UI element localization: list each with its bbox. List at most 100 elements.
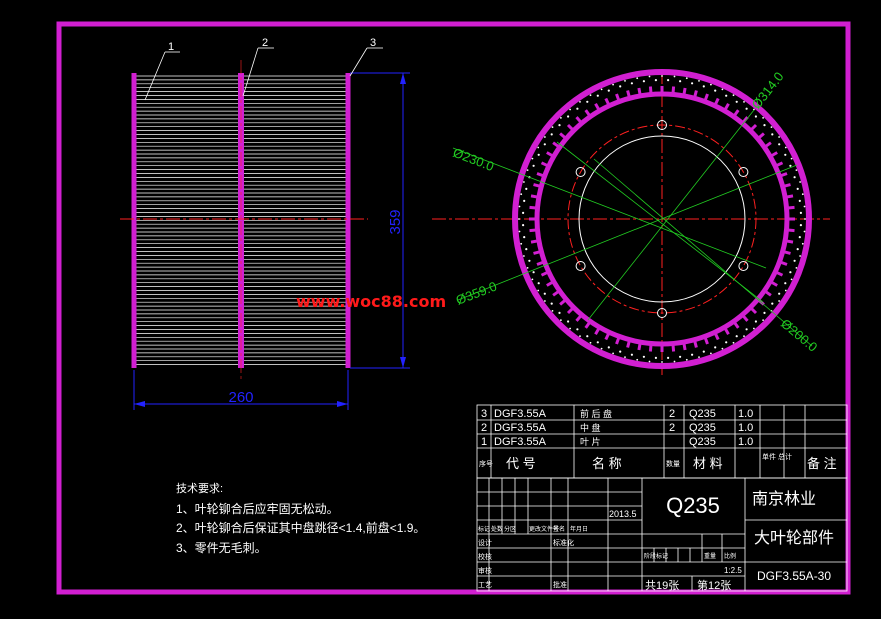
parts-row-3-material: Q235 <box>689 436 716 448</box>
ring-dot <box>531 157 534 160</box>
ring-dot <box>661 75 663 77</box>
ring-dot <box>793 259 796 262</box>
ring-dot <box>579 335 581 337</box>
ring-dot <box>523 236 526 239</box>
parts-row-2-material: Q235 <box>689 422 716 434</box>
label-zone: 分区 <box>504 525 516 533</box>
ring-dot <box>648 75 651 78</box>
ring-dot <box>576 107 579 110</box>
width-dim-text: 260 <box>228 389 253 406</box>
ring-dot <box>725 94 728 97</box>
ring-dot <box>796 248 799 251</box>
ring-tooth <box>749 306 758 315</box>
ring-dot <box>762 117 764 119</box>
title-company: 南京林业 <box>752 490 816 508</box>
front-view: Ø314.0 Ø230.0 Ø359.0 Ø200.0 <box>432 69 830 375</box>
ring-tooth <box>575 313 583 322</box>
title-date: 2013.5 <box>609 509 637 519</box>
ring-dot <box>586 335 589 338</box>
ring-dot <box>803 205 806 208</box>
ring-tooth <box>769 151 778 158</box>
diameter-314: Ø314.0 <box>749 69 787 112</box>
ring-dot <box>518 218 520 220</box>
ring-dot <box>710 83 712 86</box>
ring-dot <box>762 319 764 321</box>
title-material: Q235 <box>666 493 720 518</box>
ring-tooth <box>782 249 791 255</box>
ring-dot <box>550 302 553 305</box>
ring-dot <box>619 85 622 88</box>
ring-dot <box>518 205 521 208</box>
ring-dot <box>558 124 561 127</box>
ring-tooth <box>671 343 676 352</box>
label-mark: 标记 <box>478 525 490 533</box>
ring-dot <box>537 146 540 149</box>
ring-dot <box>579 101 581 103</box>
ring-dot <box>753 327 755 330</box>
ring-dot <box>796 187 799 190</box>
ring-dot <box>754 115 758 118</box>
ring-tooth <box>786 205 795 210</box>
ring-dot <box>732 94 735 97</box>
ring-dot <box>589 341 592 344</box>
ring-dot <box>537 153 540 156</box>
ring-dot <box>518 230 521 233</box>
ring-dot <box>523 199 526 202</box>
ring-tooth <box>566 306 575 315</box>
ring-tooth <box>637 341 642 351</box>
ring-dot <box>607 89 610 92</box>
parts-row-2-weight: 1.0 <box>738 422 753 434</box>
ring-dot <box>522 211 525 214</box>
label-design: 设计 <box>478 538 492 547</box>
ring-tooth <box>584 320 592 329</box>
ring-tooth <box>723 103 730 112</box>
ring-tooth <box>769 280 778 287</box>
ring-dot <box>679 80 682 83</box>
parts-row-2-code: DGF3.55A <box>494 422 547 434</box>
ring-dot <box>544 300 546 302</box>
ring-dot <box>544 136 546 138</box>
tech-requirements: 技术要求: 1、叶轮铆合后应牢固无松动。 2、叶轮铆合后保证其中盘跳径<1.4,… <box>176 482 425 555</box>
ring-dot <box>558 311 561 314</box>
ring-dot <box>784 153 787 156</box>
ring-dot <box>801 242 804 245</box>
label-date: 年月日 <box>570 525 588 533</box>
label-stage: 阶段标记 <box>644 552 668 560</box>
parts-header-weight: 单件 总计 <box>762 452 792 461</box>
title-row-labels: 标记 处数 分区 更改文件号 签名 年月日 <box>478 525 588 533</box>
ring-dot <box>799 224 803 227</box>
bolt-hole <box>738 261 749 271</box>
ring-tooth <box>692 339 698 348</box>
ring-dot <box>537 289 540 292</box>
ring-dot <box>560 319 562 321</box>
callout-1: 1 <box>144 41 180 101</box>
ring-tooth <box>671 86 676 95</box>
ring-dot <box>725 341 728 344</box>
ring-dot <box>596 341 599 344</box>
ring-dot <box>691 82 694 85</box>
ring-dot <box>569 108 571 111</box>
ring-dot <box>654 356 658 359</box>
ring-dot <box>528 259 531 262</box>
ring-dot <box>743 101 745 103</box>
ring-dot <box>804 218 806 220</box>
ring-dot <box>537 282 540 285</box>
ring-dot <box>771 302 774 305</box>
title-scale: 1:2.5 <box>724 566 742 575</box>
ring-dot <box>770 126 773 128</box>
parts-row-1-name: 前 后 盘 <box>580 408 612 419</box>
parts-row-1-no: 3 <box>481 408 487 420</box>
parts-row-1-material: Q235 <box>689 408 716 420</box>
ring-dot <box>567 320 570 323</box>
ring-tooth <box>530 239 540 244</box>
ring-dot <box>789 271 792 274</box>
ring-dot <box>799 211 803 214</box>
ring-dot <box>569 327 571 330</box>
side-view: 359 260 1 2 3 <box>120 37 410 410</box>
ring-dot <box>798 236 801 239</box>
ring-dot <box>795 267 798 269</box>
ring-tooth <box>637 87 642 97</box>
label-audit: 校核 <box>478 552 492 561</box>
ring-dot <box>732 341 735 344</box>
tech-item-2: 2、叶轮铆合后保证其中盘跳径<1.4,前盘<1.9。 <box>176 520 425 535</box>
